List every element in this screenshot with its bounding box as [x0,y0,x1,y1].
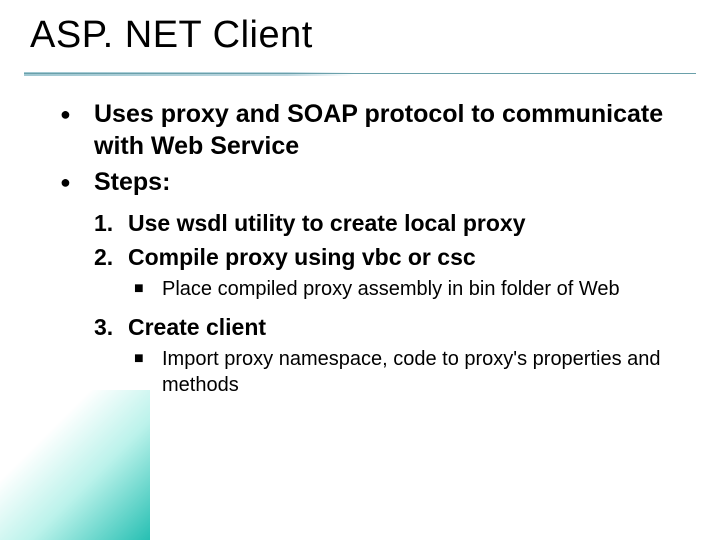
square-bullet-icon: ■ [134,346,162,398]
sub-text: Place compiled proxy assembly in bin fol… [162,276,620,302]
step-item: 2. Compile proxy using vbc or csc [94,242,690,272]
bullet-item: ● Steps: [60,166,690,198]
decorative-corner [0,390,150,540]
sub-item: ■ Import proxy namespace, code to proxy'… [134,346,690,398]
round-bullet-icon: ● [60,98,94,162]
step-number: 3. [94,312,128,342]
bullet-text: Uses proxy and SOAP protocol to communic… [94,98,690,162]
sub-item: ■ Place compiled proxy assembly in bin f… [134,276,690,302]
step-item: 3. Create client [94,312,690,342]
step-number: 1. [94,208,128,238]
step-item: 1. Use wsdl utility to create local prox… [94,208,690,238]
slide: ASP. NET Client ● Uses proxy and SOAP pr… [0,0,720,540]
sub-list: ■ Place compiled proxy assembly in bin f… [134,276,690,302]
slide-title: ASP. NET Client [30,14,313,57]
numbered-list: 1. Use wsdl utility to create local prox… [94,208,690,398]
step-text: Use wsdl utility to create local proxy [128,208,526,238]
sub-text: Import proxy namespace, code to proxy's … [162,346,690,398]
title-underline [0,72,720,76]
step-number: 2. [94,242,128,272]
sub-list: ■ Import proxy namespace, code to proxy'… [134,346,690,398]
square-bullet-icon: ■ [134,276,162,302]
slide-body: ● Uses proxy and SOAP protocol to commun… [60,98,690,408]
step-text: Compile proxy using vbc or csc [128,242,476,272]
bullet-item: ● Uses proxy and SOAP protocol to commun… [60,98,690,162]
step-text: Create client [128,312,266,342]
round-bullet-icon: ● [60,166,94,198]
bullet-text: Steps: [94,166,170,198]
